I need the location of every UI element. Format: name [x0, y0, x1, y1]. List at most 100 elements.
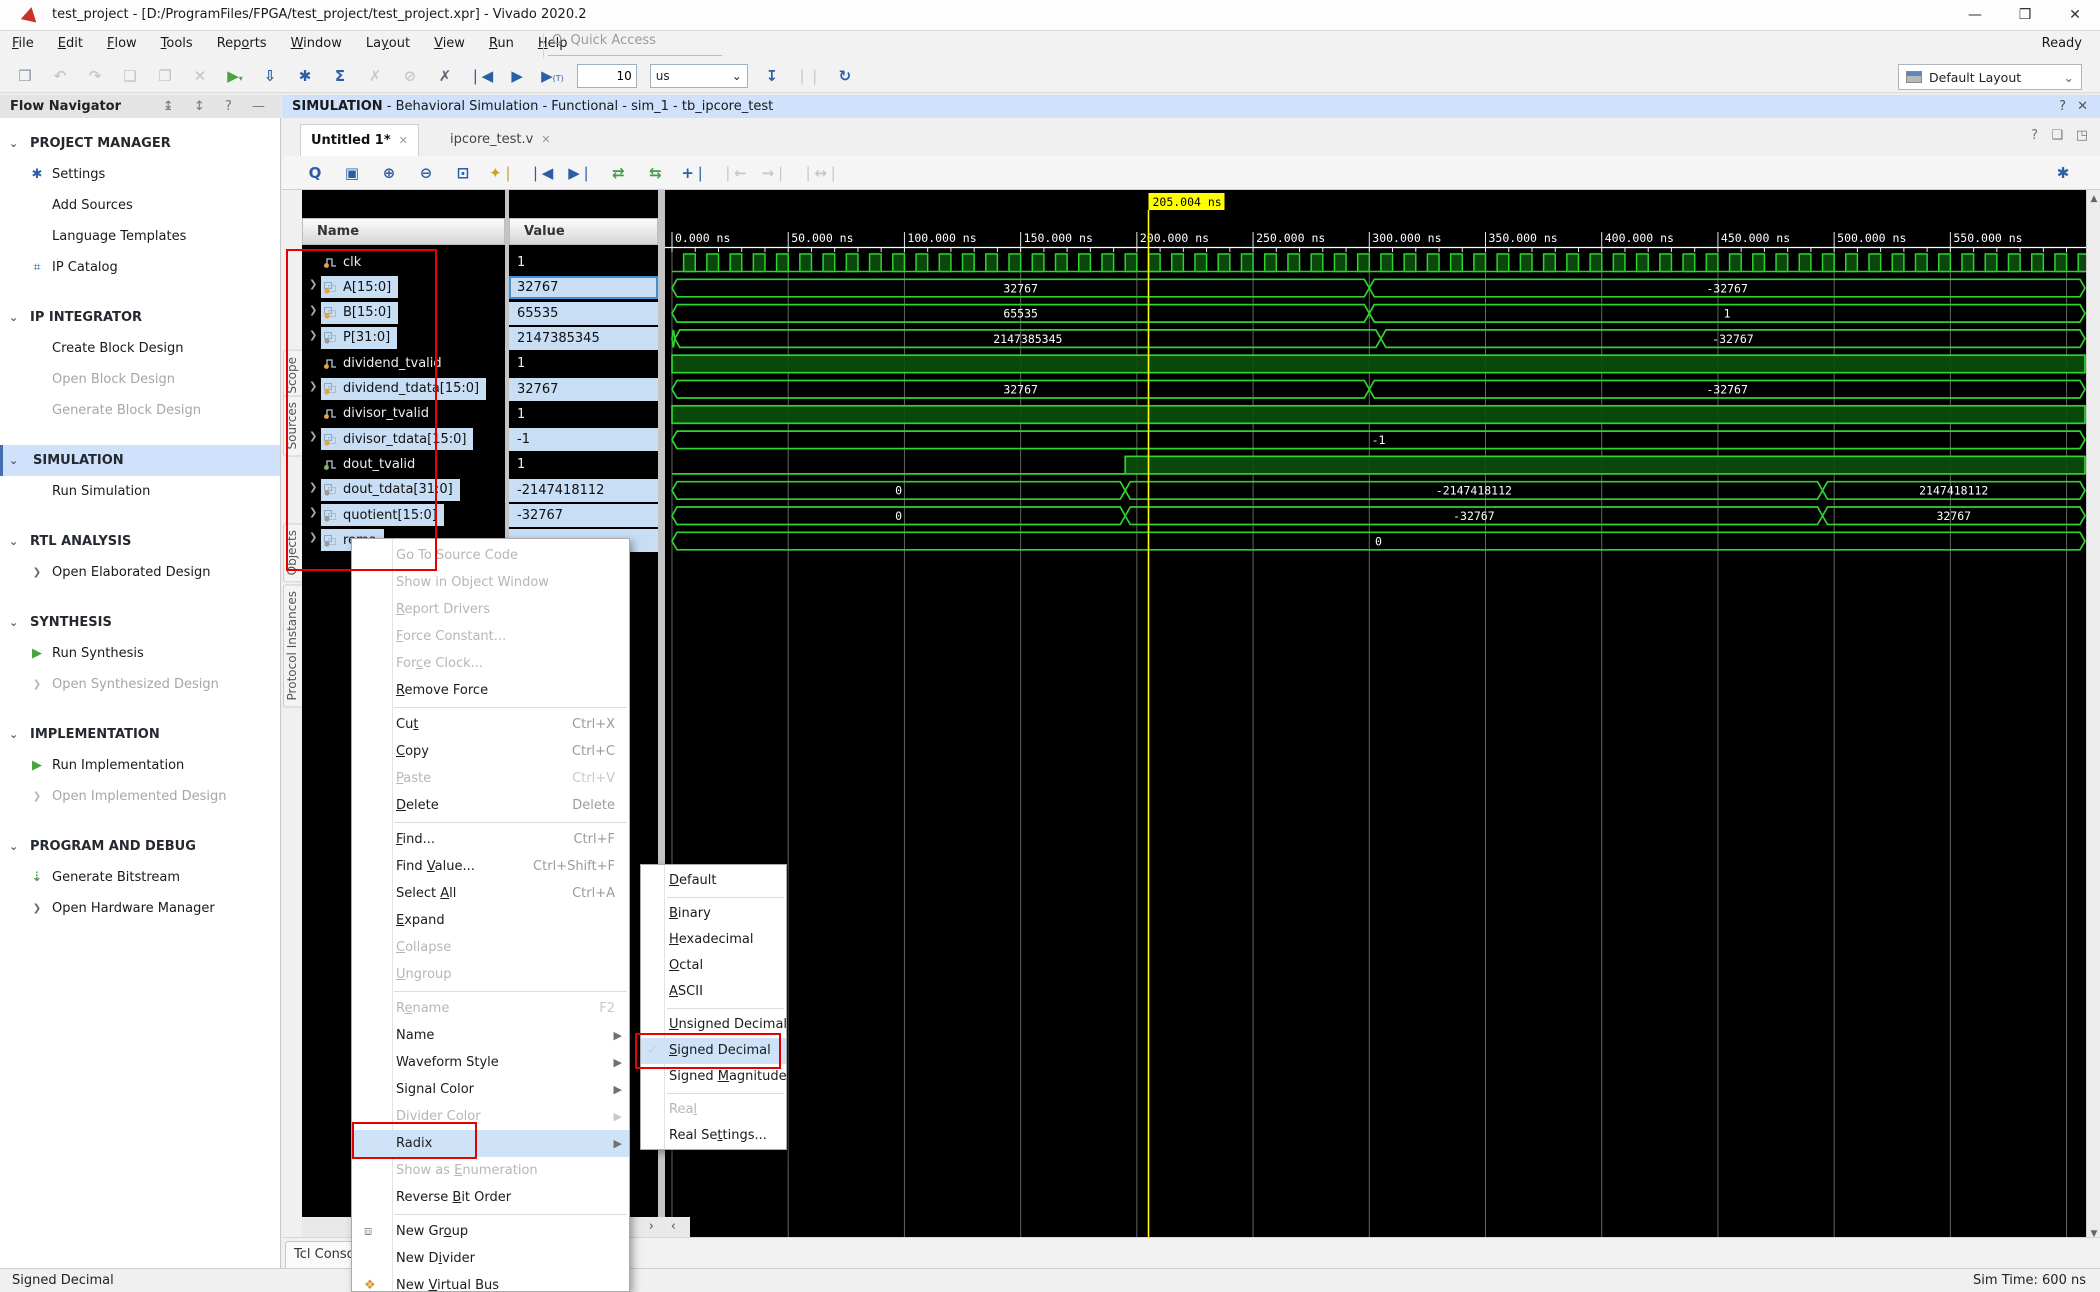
signal-value-cell[interactable]: -2147418112 — [509, 479, 658, 502]
save-waveform-button[interactable]: ▣ — [341, 161, 363, 185]
close-panel-icon[interactable]: ✕ — [2077, 95, 2088, 118]
layout-selector[interactable]: Default Layout ⌄ — [1898, 64, 2082, 90]
menu-item-octal[interactable]: Octal — [641, 953, 786, 979]
flow-section-project-manager[interactable]: ⌄PROJECT MANAGER — [0, 128, 280, 159]
maximize-button[interactable]: ❒ — [2000, 0, 2050, 30]
menu-item-default[interactable]: Default — [641, 868, 786, 894]
previous-transition-button[interactable]: ❘◀ — [529, 161, 553, 185]
menu-item-name[interactable]: Name▶ — [352, 1022, 629, 1049]
scroll-left-icon[interactable]: ‹ — [671, 1219, 676, 1234]
flow-item-run-simulation[interactable]: Run Simulation — [0, 476, 280, 507]
signal-value-cell[interactable]: -32767 — [509, 504, 658, 527]
waveform-canvas[interactable]: 0.000 ns50.000 ns100.000 ns150.000 ns200… — [665, 190, 2086, 1243]
flow-item-run-implementation[interactable]: ▶Run Implementation — [0, 750, 280, 781]
flow-section-ip-integrator[interactable]: ⌄IP INTEGRATOR — [0, 302, 280, 333]
simulation-time-input[interactable] — [577, 64, 637, 88]
menu-item-new-divider[interactable]: New Divider — [352, 1245, 629, 1272]
flow-item-run-synthesis[interactable]: ▶Run Synthesis — [0, 638, 280, 669]
flow-section-implementation[interactable]: ⌄IMPLEMENTATION — [0, 719, 280, 750]
menu-edit[interactable]: Edit — [46, 31, 95, 56]
menu-item-reverse-bit-order[interactable]: Reverse Bit Order — [352, 1184, 629, 1211]
menu-item-waveform-style[interactable]: Waveform Style▶ — [352, 1049, 629, 1076]
side-tab-protocol-instances[interactable]: Protocol Instances — [283, 584, 304, 707]
menu-item-signal-color[interactable]: Signal Color▶ — [352, 1076, 629, 1103]
menu-item-new-virtual-bus[interactable]: ❖New Virtual Bus — [352, 1272, 629, 1292]
go-to-time-button[interactable]: ✦❘ — [489, 161, 514, 185]
flow-navigator-header-icons[interactable]: ↨ ↕ ? — — [163, 95, 273, 118]
scroll-right-icon[interactable]: › — [649, 1219, 654, 1234]
signal-value-cell[interactable]: 1 — [509, 403, 658, 426]
run-trigger-button[interactable]: ▶(T) — [541, 64, 564, 88]
settings-button[interactable]: ✱ — [294, 64, 316, 88]
minimize-button[interactable]: — — [1950, 0, 2000, 30]
zoom-in-button[interactable]: ⊕ — [378, 161, 400, 185]
help-icon[interactable]: ? — [2059, 95, 2066, 118]
menu-item-find-value-[interactable]: Find Value...Ctrl+Shift+F — [352, 853, 629, 880]
maximize-panel-icon[interactable]: ◳ — [2076, 128, 2088, 143]
quick-access-search[interactable]: Q· Quick Access — [548, 33, 722, 56]
signal-value-cell[interactable]: -1 — [509, 428, 658, 451]
tab-untitled-1-[interactable]: Untitled 1*✕ — [300, 124, 419, 157]
relaunch-button[interactable]: ↻ — [834, 64, 856, 88]
vertical-scrollbar[interactable]: ▲ ▼ — [2086, 190, 2100, 1243]
flow-item-settings[interactable]: ✱Settings — [0, 159, 280, 190]
flow-section-synthesis[interactable]: ⌄SYNTHESIS — [0, 607, 280, 638]
close-tab-icon[interactable]: ✕ — [541, 133, 550, 146]
menu-item-real-settings-[interactable]: Real Settings... — [641, 1123, 786, 1149]
menu-reports[interactable]: Reports — [205, 31, 279, 56]
time-unit-select[interactable]: us⌄ — [650, 64, 748, 88]
report-button[interactable]: Σ — [329, 64, 351, 88]
flow-item-language-templates[interactable]: Language Templates — [0, 221, 280, 252]
swap-after-button[interactable]: ⇆ — [644, 161, 666, 185]
menu-flow[interactable]: Flow — [95, 31, 149, 56]
flow-item-add-sources[interactable]: Add Sources — [0, 190, 280, 221]
menu-item-find-[interactable]: Find...Ctrl+F — [352, 826, 629, 853]
flow-item-open-hardware-manager[interactable]: ❯Open Hardware Manager — [0, 893, 280, 924]
flow-item-create-block-design[interactable]: Create Block Design — [0, 333, 280, 364]
next-transition-button[interactable]: ▶❘ — [568, 161, 592, 185]
signal-value-cell[interactable]: 32767 — [509, 276, 658, 299]
flow-item-generate-bitstream[interactable]: ⇣Generate Bitstream — [0, 862, 280, 893]
name-column-header[interactable]: Name — [302, 218, 505, 245]
signal-value-cell[interactable]: 65535 — [509, 302, 658, 325]
signal-value-cell[interactable]: 32767 — [509, 378, 658, 401]
close-button[interactable]: ✕ — [2050, 0, 2100, 30]
flow-item-ip-catalog[interactable]: ⌗IP Catalog — [0, 252, 280, 283]
menu-item-expand[interactable]: Expand — [352, 907, 629, 934]
scroll-up-icon[interactable]: ▲ — [2087, 194, 2100, 204]
menu-item-binary[interactable]: Binary — [641, 901, 786, 927]
open-recent-button[interactable]: ❒ — [14, 64, 36, 88]
menu-tools[interactable]: Tools — [149, 31, 205, 56]
signal-value-cell[interactable]: 1 — [509, 453, 658, 476]
menu-item-new-group[interactable]: ⧈New Group — [352, 1218, 629, 1245]
wave-settings-gear-icon[interactable]: ✱ — [2052, 161, 2074, 185]
flow-section-simulation[interactable]: ⌄SIMULATION — [0, 445, 280, 476]
close-tab-icon[interactable]: ✕ — [399, 134, 408, 147]
run-button[interactable]: ▶▾ — [224, 64, 246, 88]
signal-value-cell[interactable]: 2147385345 — [509, 327, 658, 350]
menu-item-cut[interactable]: CutCtrl+X — [352, 711, 629, 738]
clear-breakpoints-button[interactable]: ✗ — [434, 64, 456, 88]
flow-item-open-elaborated-design[interactable]: ❯Open Elaborated Design — [0, 557, 280, 588]
zoom-out-button[interactable]: ⊖ — [415, 161, 437, 185]
signal-value-cell[interactable]: 1 — [509, 251, 658, 274]
menu-item-copy[interactable]: CopyCtrl+C — [352, 738, 629, 765]
restart-sim-button[interactable]: ❘◀ — [469, 64, 493, 88]
run-all-button[interactable]: ▶ — [506, 64, 528, 88]
help-icon[interactable]: ? — [2031, 128, 2038, 143]
value-column-header[interactable]: Value — [509, 218, 658, 245]
menu-item-hexadecimal[interactable]: Hexadecimal — [641, 927, 786, 953]
menu-item-select-all[interactable]: Select AllCtrl+A — [352, 880, 629, 907]
zoom-fit-button[interactable]: ⊡ — [452, 161, 474, 185]
menu-item-ascii[interactable]: ASCII — [641, 979, 786, 1005]
menu-window[interactable]: Window — [279, 31, 354, 56]
menu-item-delete[interactable]: DeleteDelete — [352, 792, 629, 819]
step-time-button[interactable]: ↧ — [761, 64, 783, 88]
signal-value-cell[interactable]: 1 — [509, 352, 658, 375]
menu-run[interactable]: Run — [477, 31, 526, 56]
flow-section-program-and-debug[interactable]: ⌄PROGRAM AND DEBUG — [0, 831, 280, 862]
float-window-icon[interactable]: ❏ — [2051, 128, 2063, 143]
tab-ipcore-test-v[interactable]: ipcore_test.v✕ — [440, 124, 561, 156]
step-button[interactable]: ⇩ — [259, 64, 281, 88]
menu-item-remove-force[interactable]: Remove Force — [352, 677, 629, 704]
